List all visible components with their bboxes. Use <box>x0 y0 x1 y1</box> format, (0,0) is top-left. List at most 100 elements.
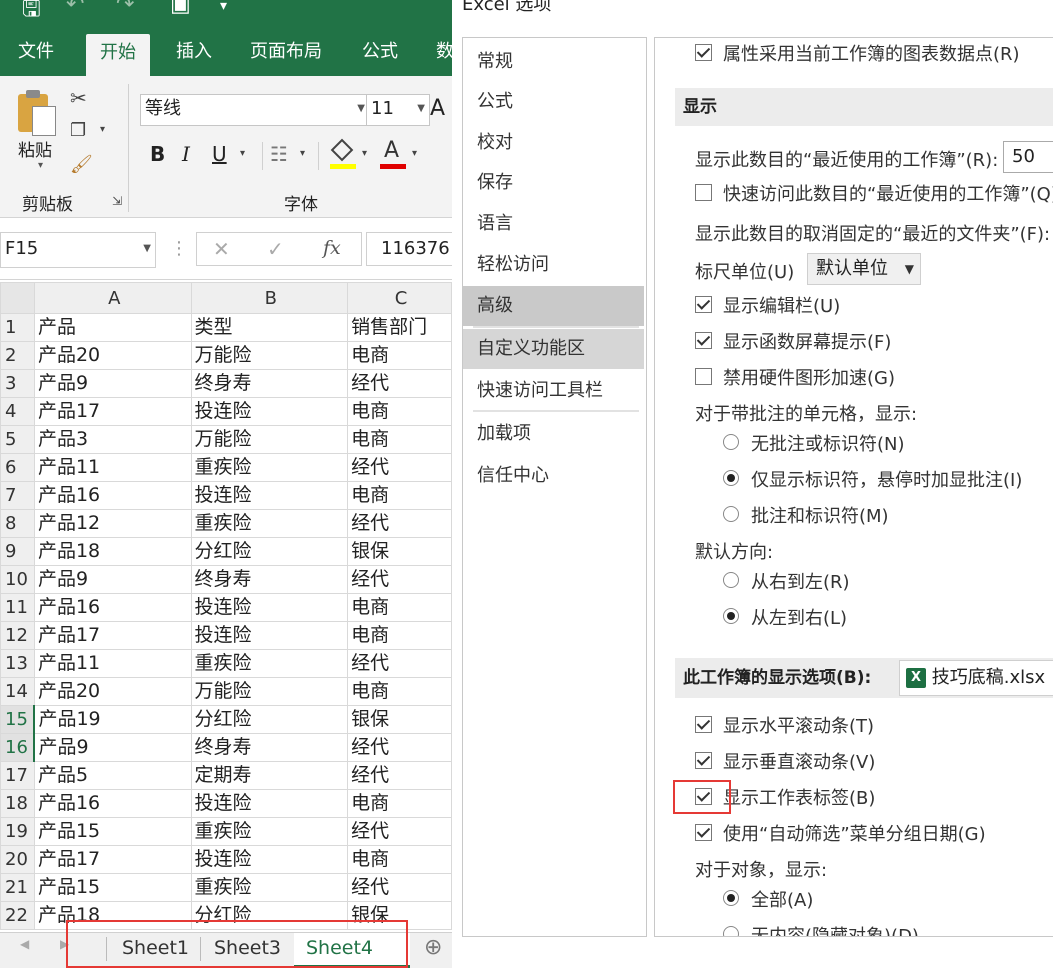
underline-button[interactable]: U <box>212 142 227 166</box>
fill-color-icon[interactable] <box>330 138 356 170</box>
cell-c[interactable]: 电商 <box>347 593 452 622</box>
cell-c[interactable]: 电商 <box>347 621 452 650</box>
cell-a[interactable]: 产品9 <box>33 369 192 398</box>
nav-advanced[interactable]: 高级 <box>463 286 644 326</box>
cell-a[interactable]: 产品16 <box>33 593 192 622</box>
tab-formulas[interactable]: 公式 <box>362 28 398 76</box>
cell-a[interactable]: 产品20 <box>33 677 192 706</box>
fill-color-dropdown-icon[interactable]: ▾ <box>362 148 367 159</box>
cell-c[interactable]: 电商 <box>347 845 452 874</box>
cell-b[interactable]: 投连险 <box>190 621 349 650</box>
cell-table[interactable]: A B C 1 产品 类型 销售部门 2 产品20 万能险 电商 3 产品9 终身寿 经代 4 产品17 投… <box>0 282 452 930</box>
cell-b[interactable]: 重疾险 <box>190 509 349 538</box>
cell-c[interactable]: 电商 <box>347 677 452 706</box>
chart-datapoints-checkbox[interactable] <box>695 44 712 61</box>
border-icon[interactable]: ☷ <box>270 142 288 166</box>
column-header-a[interactable]: A <box>33 282 192 314</box>
cell-b[interactable]: 重疾险 <box>190 649 349 678</box>
row-header[interactable]: 3 <box>0 369 35 398</box>
objects-nothing-radio[interactable] <box>723 926 739 936</box>
row-header[interactable]: 15 <box>0 705 36 734</box>
row-header[interactable]: 13 <box>0 649 35 678</box>
font-color-button[interactable]: A <box>380 138 406 170</box>
cell-b[interactable]: 分红险 <box>190 705 349 734</box>
cell-a[interactable]: 产品 <box>33 313 192 342</box>
redo-icon[interactable]: ↷ <box>116 0 134 17</box>
cell-a[interactable]: 产品11 <box>33 453 192 482</box>
cell-a[interactable]: 产品16 <box>33 481 192 510</box>
cell-a[interactable]: 产品20 <box>33 341 192 370</box>
cell-b[interactable]: 万能险 <box>190 425 349 454</box>
row-header[interactable]: 5 <box>0 425 35 454</box>
nav-customize-ribbon[interactable]: 自定义功能区 <box>463 329 644 369</box>
paste-icon[interactable] <box>16 88 56 136</box>
row-header[interactable]: 20 <box>0 845 35 874</box>
copy-dropdown-icon[interactable]: ▾ <box>100 124 105 135</box>
no-comments-radio[interactable] <box>723 434 739 450</box>
right-to-left-radio[interactable] <box>723 572 739 588</box>
cell-c[interactable]: 经代 <box>347 761 452 790</box>
row-header[interactable]: 22 <box>0 901 35 930</box>
cell-b[interactable]: 定期寿 <box>190 761 349 790</box>
cell-c[interactable]: 电商 <box>347 425 452 454</box>
bold-button[interactable]: B <box>150 142 165 166</box>
border-dropdown-icon[interactable]: ▾ <box>300 148 305 159</box>
font-size-combo[interactable]: 11 ▼ <box>366 94 430 126</box>
cell-a[interactable]: 产品5 <box>33 761 192 790</box>
ruler-units-dropdown[interactable]: 默认单位 ▼ <box>807 253 921 285</box>
disable-hw-accel-checkbox[interactable] <box>695 368 712 385</box>
row-header[interactable]: 1 <box>0 313 35 342</box>
cell-b[interactable]: 万能险 <box>190 341 349 370</box>
cell-a[interactable]: 产品9 <box>33 733 192 762</box>
cell-b[interactable]: 重疾险 <box>190 453 349 482</box>
tab-home[interactable]: 开始 <box>86 34 150 76</box>
tab-file[interactable]: 文件 <box>18 28 54 76</box>
recent-workbooks-input[interactable]: 50 <box>1003 141 1053 173</box>
add-sheet-icon[interactable]: ⊕ <box>424 935 442 960</box>
show-formula-bar-checkbox[interactable] <box>695 296 712 313</box>
nav-language[interactable]: 语言 <box>463 204 644 244</box>
cell-a[interactable]: 产品9 <box>33 565 192 594</box>
camera-icon[interactable]: ▣ <box>170 0 191 17</box>
cell-a[interactable]: 产品18 <box>33 537 192 566</box>
row-header[interactable]: 17 <box>0 761 35 790</box>
name-box[interactable]: F15 ▼ <box>0 232 156 268</box>
row-header[interactable]: 2 <box>0 341 35 370</box>
font-name-combo[interactable]: 等线 ▼ <box>140 94 370 126</box>
cell-b[interactable]: 终身寿 <box>190 733 349 762</box>
cell-c[interactable]: 经代 <box>347 509 452 538</box>
row-header[interactable]: 4 <box>0 397 35 426</box>
nav-trust-center[interactable]: 信任中心 <box>463 456 644 496</box>
cell-a[interactable]: 产品12 <box>33 509 192 538</box>
cell-b[interactable]: 投连险 <box>190 789 349 818</box>
select-all-corner[interactable] <box>0 282 35 314</box>
left-to-right-radio[interactable] <box>723 608 739 624</box>
nav-proofing[interactable]: 校对 <box>463 123 644 163</box>
enter-icon[interactable]: ✓ <box>267 237 284 261</box>
grow-font-button[interactable]: A <box>430 96 445 121</box>
row-header[interactable]: 7 <box>0 481 35 510</box>
cell-a[interactable]: 产品17 <box>33 621 192 650</box>
prev-sheet-icon[interactable]: ◀ <box>20 937 29 951</box>
cell-a[interactable]: 产品17 <box>33 845 192 874</box>
row-header[interactable]: 8 <box>0 509 35 538</box>
italic-button[interactable]: I <box>182 142 190 166</box>
cell-c[interactable]: 销售部门 <box>347 313 452 342</box>
cell-c[interactable]: 电商 <box>347 481 452 510</box>
row-header[interactable]: 6 <box>0 453 35 482</box>
cell-c[interactable]: 经代 <box>347 649 452 678</box>
show-hscroll-checkbox[interactable] <box>695 716 712 733</box>
cell-a[interactable]: 产品3 <box>33 425 192 454</box>
row-header[interactable]: 18 <box>0 789 35 818</box>
show-function-tooltips-checkbox[interactable] <box>695 332 712 349</box>
nav-addins[interactable]: 加载项 <box>463 414 644 454</box>
row-header[interactable]: 16 <box>0 733 36 762</box>
insert-function-icon[interactable]: fx <box>323 237 341 259</box>
underline-dropdown-icon[interactable]: ▾ <box>240 148 245 159</box>
cell-b[interactable]: 投连险 <box>190 845 349 874</box>
cell-c[interactable]: 电商 <box>347 397 452 426</box>
copy-icon[interactable]: ❐ <box>70 120 86 141</box>
cell-c[interactable]: 电商 <box>347 789 452 818</box>
row-header[interactable]: 14 <box>0 677 35 706</box>
cell-c[interactable]: 经代 <box>347 369 452 398</box>
